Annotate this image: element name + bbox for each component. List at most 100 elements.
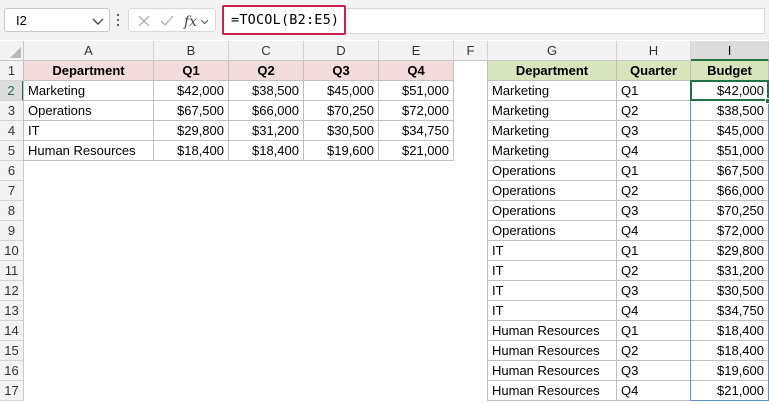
row-header-16[interactable]: 16 (0, 361, 24, 381)
result-data-cell[interactable]: Marketing (488, 121, 617, 141)
result-data-cell[interactable]: $29,800 (691, 241, 769, 261)
result-data-cell[interactable]: Q4 (617, 221, 691, 241)
row-header-4[interactable]: 4 (0, 121, 24, 141)
result-data-cell[interactable]: Marketing (488, 101, 617, 121)
result-data-cell[interactable]: IT (488, 281, 617, 301)
source-data-cell[interactable]: Marketing (24, 81, 154, 101)
row-header-9[interactable]: 9 (0, 221, 24, 241)
source-header-cell[interactable]: Q3 (304, 61, 379, 81)
fx-icon[interactable]: fx (183, 12, 211, 30)
row-header-7[interactable]: 7 (0, 181, 24, 201)
column-header-b[interactable]: B (154, 41, 229, 61)
result-data-cell[interactable]: $30,500 (691, 281, 769, 301)
result-data-cell[interactable]: Marketing (488, 81, 617, 101)
result-data-cell[interactable]: $34,750 (691, 301, 769, 321)
result-data-cell[interactable]: Operations (488, 161, 617, 181)
column-header-i[interactable]: I (691, 41, 769, 61)
result-data-cell[interactable]: $45,000 (691, 121, 769, 141)
row-header-5[interactable]: 5 (0, 141, 24, 161)
source-data-cell[interactable]: $66,000 (229, 101, 304, 121)
source-data-cell[interactable]: $18,400 (229, 141, 304, 161)
select-all-button[interactable] (0, 41, 24, 61)
result-data-cell[interactable]: Human Resources (488, 341, 617, 361)
row-header-11[interactable]: 11 (0, 261, 24, 281)
row-header-10[interactable]: 10 (0, 241, 24, 261)
source-header-cell[interactable]: Q4 (379, 61, 454, 81)
source-data-cell[interactable]: IT (24, 121, 154, 141)
column-header-e[interactable]: E (379, 41, 454, 61)
chevron-down-icon[interactable] (91, 14, 105, 28)
result-data-cell[interactable]: Q1 (617, 161, 691, 181)
source-data-cell[interactable]: $19,600 (304, 141, 379, 161)
name-box[interactable]: I2 (4, 8, 110, 32)
source-data-cell[interactable]: Operations (24, 101, 154, 121)
result-data-cell[interactable]: Q3 (617, 361, 691, 381)
result-data-cell[interactable]: $31,200 (691, 261, 769, 281)
result-header-cell[interactable]: Quarter (617, 61, 691, 81)
fill-handle[interactable] (765, 98, 769, 104)
result-data-cell[interactable]: Operations (488, 201, 617, 221)
result-data-cell[interactable]: $70,250 (691, 201, 769, 221)
source-header-cell[interactable]: Department (24, 61, 154, 81)
row-header-6[interactable]: 6 (0, 161, 24, 181)
row-header-17[interactable]: 17 (0, 381, 24, 401)
result-data-cell[interactable]: $18,400 (691, 321, 769, 341)
result-data-cell[interactable]: $72,000 (691, 221, 769, 241)
source-data-cell[interactable]: $42,000 (154, 81, 229, 101)
source-header-cell[interactable]: Q1 (154, 61, 229, 81)
result-data-cell[interactable]: IT (488, 241, 617, 261)
column-header-g[interactable]: G (488, 41, 617, 61)
result-data-cell[interactable]: $21,000 (691, 381, 769, 401)
result-data-cell[interactable]: IT (488, 301, 617, 321)
vertical-dots-icon[interactable] (116, 13, 120, 27)
result-data-cell[interactable]: Q2 (617, 341, 691, 361)
column-header-d[interactable]: D (304, 41, 379, 61)
result-data-cell[interactable]: Q3 (617, 121, 691, 141)
row-header-12[interactable]: 12 (0, 281, 24, 301)
result-data-cell[interactable]: Q4 (617, 301, 691, 321)
result-data-cell[interactable]: Q2 (617, 181, 691, 201)
source-data-cell[interactable]: $38,500 (229, 81, 304, 101)
source-header-cell[interactable]: Q2 (229, 61, 304, 81)
column-header-a[interactable]: A (24, 41, 154, 61)
result-data-cell[interactable]: Human Resources (488, 321, 617, 341)
result-data-cell[interactable]: IT (488, 261, 617, 281)
result-data-cell[interactable]: Human Resources (488, 381, 617, 401)
result-data-cell[interactable]: Q3 (617, 201, 691, 221)
row-header-8[interactable]: 8 (0, 201, 24, 221)
source-data-cell[interactable]: $51,000 (379, 81, 454, 101)
result-data-cell[interactable]: $66,000 (691, 181, 769, 201)
source-data-cell[interactable]: $18,400 (154, 141, 229, 161)
source-data-cell[interactable]: $70,250 (304, 101, 379, 121)
result-data-cell[interactable]: Q1 (617, 81, 691, 101)
active-cell-selection[interactable] (690, 80, 769, 101)
result-data-cell[interactable]: $51,000 (691, 141, 769, 161)
result-data-cell[interactable]: Q1 (617, 241, 691, 261)
source-data-cell[interactable]: $31,200 (229, 121, 304, 141)
result-data-cell[interactable]: Q3 (617, 281, 691, 301)
source-data-cell[interactable]: $30,500 (304, 121, 379, 141)
row-header-13[interactable]: 13 (0, 301, 24, 321)
source-data-cell[interactable]: $67,500 (154, 101, 229, 121)
result-data-cell[interactable]: Q2 (617, 101, 691, 121)
row-header-15[interactable]: 15 (0, 341, 24, 361)
column-header-f[interactable]: F (454, 41, 488, 61)
source-data-cell[interactable]: Human Resources (24, 141, 154, 161)
result-header-cell[interactable]: Budget (691, 61, 769, 81)
result-header-cell[interactable]: Department (488, 61, 617, 81)
result-data-cell[interactable]: $18,400 (691, 341, 769, 361)
result-data-cell[interactable]: $19,600 (691, 361, 769, 381)
result-data-cell[interactable]: $38,500 (691, 101, 769, 121)
result-data-cell[interactable]: Operations (488, 221, 617, 241)
column-header-h[interactable]: H (617, 41, 691, 61)
result-data-cell[interactable]: Q2 (617, 261, 691, 281)
source-data-cell[interactable]: $21,000 (379, 141, 454, 161)
column-header-c[interactable]: C (229, 41, 304, 61)
x-icon[interactable] (137, 14, 151, 28)
result-data-cell[interactable]: $67,500 (691, 161, 769, 181)
result-data-cell[interactable]: Q4 (617, 381, 691, 401)
source-data-cell[interactable]: $72,000 (379, 101, 454, 121)
row-header-2[interactable]: 2 (0, 81, 24, 101)
result-data-cell[interactable]: Q4 (617, 141, 691, 161)
row-header-1[interactable]: 1 (0, 61, 24, 81)
